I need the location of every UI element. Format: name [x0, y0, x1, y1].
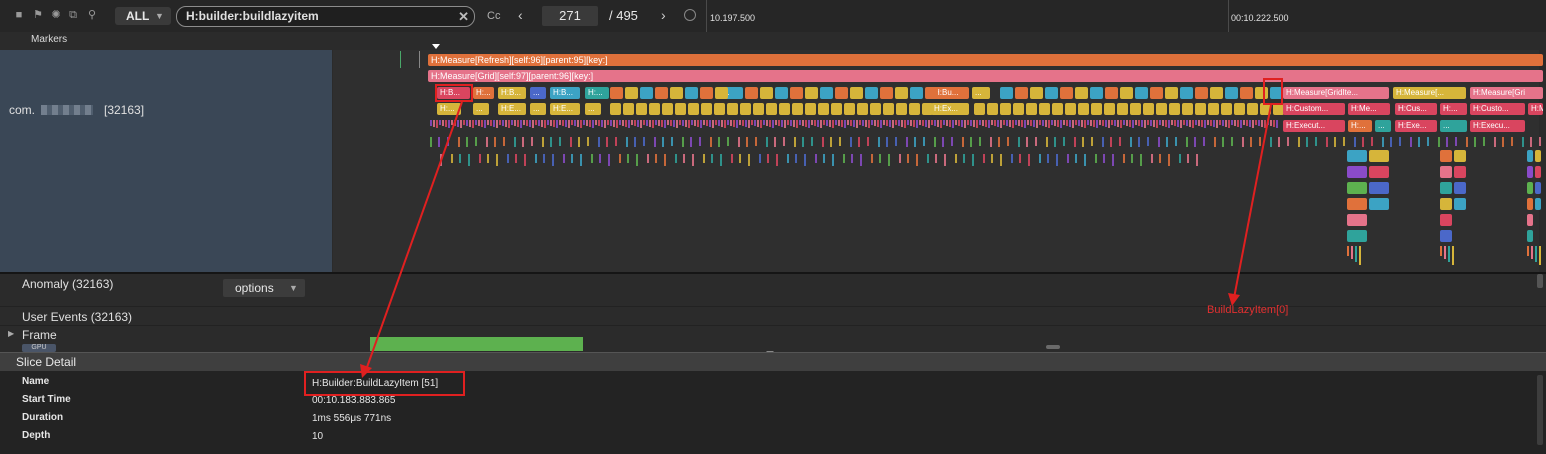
annotation-label: BuildLazyItem[0] [1207, 304, 1289, 316]
annotation-arrows [360, 101, 1272, 378]
